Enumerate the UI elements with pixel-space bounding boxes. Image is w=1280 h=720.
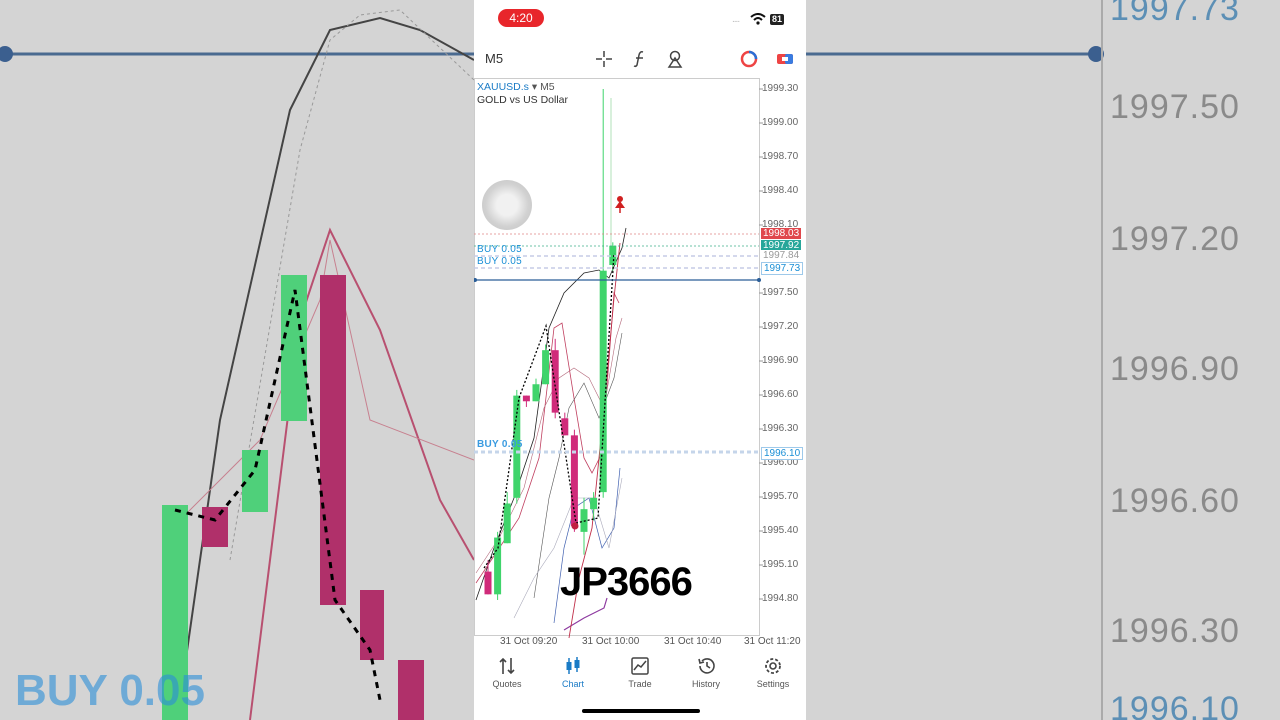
background-price-label: 1997.20 — [1110, 220, 1240, 258]
price-axis-label: 1995.40 — [762, 525, 799, 536]
price-axis-label: 1999.30 — [762, 83, 799, 94]
candle-bull — [590, 497, 598, 510]
position-price-box: 1997.84 — [761, 250, 802, 261]
quotes-icon — [499, 657, 515, 675]
position-label[interactable]: BUY 0.05 — [477, 244, 522, 255]
candle-bull — [494, 537, 502, 595]
candle-bull — [542, 350, 550, 385]
background-price-label: 1996.30 — [1110, 612, 1240, 650]
background-buy-label: BUY 0.05 — [15, 666, 205, 715]
tab-trade[interactable]: Trade — [607, 654, 673, 694]
phone-screen: 4:20 .... 81 M5 XAUUSD.s ▾ M5 GOLD vs US… — [474, 0, 806, 720]
chart-frame — [474, 78, 760, 636]
chart-icon — [566, 657, 580, 674]
symbol-label[interactable]: XAUUSD.s ▾ M5 — [477, 81, 555, 93]
background-price-label: 1997.73 — [1110, 0, 1240, 28]
time-axis-label: 31 Oct 09:20 — [500, 636, 558, 647]
price-axis-label: 1999.00 — [762, 117, 799, 128]
tab-label: Chart — [561, 679, 584, 689]
background-price-axis: 1997.73 1997.50 1997.20 1996.90 1996.60 … — [1102, 0, 1280, 720]
candle-bull — [599, 270, 607, 493]
tab-label: Trade — [628, 679, 652, 689]
status-bar: 4:20 .... 81 — [474, 0, 806, 36]
line-handle-left — [474, 278, 477, 282]
position-label[interactable]: BUY 0.05 — [477, 256, 522, 267]
candle-bull — [532, 384, 540, 402]
battery-icon: 81 — [770, 14, 785, 25]
tab-history[interactable]: History — [673, 654, 739, 694]
position-price-box: 1996.10 — [761, 447, 804, 460]
function-icon[interactable] — [631, 50, 649, 68]
tab-settings[interactable]: Settings — [740, 654, 806, 694]
position-label[interactable]: BUY 0.05 — [477, 439, 523, 450]
candle-bull — [503, 503, 511, 544]
crosshair-icon[interactable] — [595, 50, 613, 68]
background-price-label: 1996.90 — [1110, 350, 1240, 388]
signal-arrow-icon — [615, 201, 625, 208]
symbol-description: GOLD vs US Dollar — [477, 94, 569, 106]
candle-bear — [484, 571, 492, 595]
cellular-signal-icon: .... — [732, 14, 740, 25]
symbol-timeframe: ▾ M5 — [531, 81, 555, 93]
home-indicator[interactable] — [582, 709, 700, 713]
candle-bear — [551, 350, 559, 413]
signal-dot — [571, 522, 579, 530]
price-axis-label: 1996.90 — [762, 355, 799, 366]
price-axis-label: 1995.70 — [762, 491, 799, 502]
background-chart-right: 1997.73 1997.50 1997.20 1996.90 1996.60 … — [806, 0, 1280, 720]
background-price-label: 1996.60 — [1110, 482, 1240, 520]
account-icon[interactable] — [740, 50, 758, 68]
tab-quotes[interactable]: Quotes — [474, 654, 540, 694]
price-axis-label: 1998.70 — [762, 151, 799, 162]
wifi-icon — [750, 13, 766, 25]
objects-icon[interactable] — [666, 50, 684, 68]
time-axis-label: 31 Oct 10:00 — [582, 636, 640, 647]
candle-bear — [522, 395, 530, 402]
price-axis-label: 1998.40 — [762, 185, 799, 196]
candlestick-series — [484, 89, 617, 600]
ask-price-box: 1998.03 — [761, 228, 802, 239]
assistive-touch-button[interactable] — [482, 180, 532, 230]
tab-label: Quotes — [492, 679, 522, 689]
settings-icon — [765, 658, 781, 674]
price-axis-label: 1996.60 — [762, 389, 799, 400]
history-icon — [698, 658, 715, 674]
zigzag-line — [483, 252, 615, 569]
price-axis-label: 1994.80 — [762, 593, 799, 604]
background-price-label: 1997.50 — [1110, 88, 1240, 126]
time-axis-label: 31 Oct 10:40 — [664, 636, 722, 647]
timeframe-button[interactable]: M5 — [485, 51, 503, 66]
price-axis-label: 1996.30 — [762, 423, 799, 434]
background-chart-left: BUY 0.05 — [0, 0, 474, 720]
price-axis-label: 1997.20 — [762, 321, 799, 332]
tab-label: History — [691, 679, 720, 689]
chart-toolbar: M5 — [474, 44, 806, 74]
candle-bull — [580, 509, 588, 532]
symbol-timeframe-value: M5 — [540, 81, 555, 93]
tab-chart[interactable]: Chart — [540, 654, 606, 694]
price-axis-label: 1995.10 — [762, 559, 799, 570]
status-time: 4:20 — [498, 9, 544, 27]
symbol-name: XAUUSD.s — [477, 81, 529, 93]
watermark-text: JP3666 — [560, 560, 693, 604]
price-axis-label: 1997.50 — [762, 287, 799, 298]
line-handle-right — [757, 278, 761, 282]
tab-label: Settings — [756, 679, 790, 689]
background-chart-zoom: BUY 0.05 — [0, 9, 474, 720]
trade-toggle-icon[interactable] — [776, 50, 794, 68]
position-price-box: 1997.73 — [761, 262, 804, 275]
background-price-label: 1996.10 — [1110, 690, 1240, 720]
bottom-tab-bar: Quotes Chart Trade History Settings — [474, 650, 806, 700]
trade-icon — [631, 657, 649, 675]
price-chart[interactable]: XAUUSD.s ▾ M5 GOLD vs US Dollar 1999.30 1… — [474, 78, 806, 650]
time-axis-label: 31 Oct 11:20 — [744, 636, 801, 647]
